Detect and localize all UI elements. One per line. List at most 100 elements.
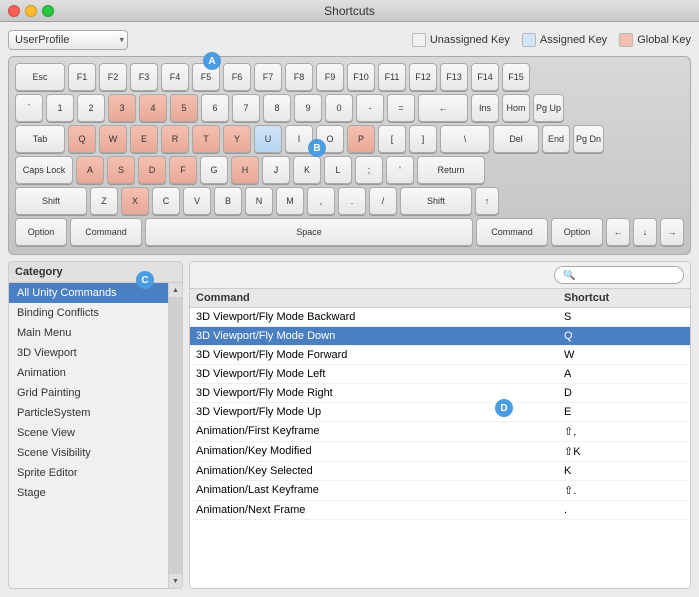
key-option-right[interactable]: Option	[551, 218, 603, 246]
key-backspace[interactable]: ←	[418, 94, 468, 122]
key-f8[interactable]: F8	[285, 63, 313, 91]
key-p[interactable]: P	[347, 125, 375, 153]
key-left[interactable]: ←	[606, 218, 630, 246]
sidebar-item-animation[interactable]: Animation	[9, 363, 168, 383]
key-option-left[interactable]: Option	[15, 218, 67, 246]
profile-select[interactable]: UserProfile Default	[8, 30, 128, 50]
key-j[interactable]: J	[262, 156, 290, 184]
key-9[interactable]: 9	[294, 94, 322, 122]
key-8[interactable]: 8	[263, 94, 291, 122]
key-y[interactable]: Y	[223, 125, 251, 153]
key-f11[interactable]: F11	[378, 63, 406, 91]
key-f2[interactable]: F2	[99, 63, 127, 91]
key-f[interactable]: F	[169, 156, 197, 184]
table-row[interactable]: 3D Viewport/Fly Mode Backward S	[190, 308, 690, 327]
key-rbracket[interactable]: ]	[409, 125, 437, 153]
key-z[interactable]: Z	[90, 187, 118, 215]
close-button[interactable]	[8, 5, 20, 17]
key-n[interactable]: N	[245, 187, 273, 215]
minimize-button[interactable]	[25, 5, 37, 17]
key-pgup[interactable]: Pg Up	[533, 94, 564, 122]
key-t[interactable]: T	[192, 125, 220, 153]
key-f6[interactable]: F6	[223, 63, 251, 91]
maximize-button[interactable]	[42, 5, 54, 17]
key-u[interactable]: U	[254, 125, 282, 153]
key-command-right[interactable]: Command	[476, 218, 548, 246]
sidebar-item-stage[interactable]: Stage	[9, 483, 168, 503]
key-slash[interactable]: /	[369, 187, 397, 215]
key-s[interactable]: S	[107, 156, 135, 184]
key-d[interactable]: D	[138, 156, 166, 184]
key-f3[interactable]: F3	[130, 63, 158, 91]
key-v[interactable]: V	[183, 187, 211, 215]
key-f10[interactable]: F10	[347, 63, 375, 91]
key-h[interactable]: H	[231, 156, 259, 184]
key-del[interactable]: Del	[493, 125, 539, 153]
key-minus[interactable]: -	[356, 94, 384, 122]
key-right[interactable]: →	[660, 218, 684, 246]
key-f4[interactable]: F4	[161, 63, 189, 91]
table-row[interactable]: Animation/Key Modified ⇧K	[190, 442, 690, 462]
key-7[interactable]: 7	[232, 94, 260, 122]
sidebar-item-scene-visibility[interactable]: Scene Visibility	[9, 443, 168, 463]
table-row[interactable]: Animation/Last Keyframe ⇧.	[190, 481, 690, 501]
key-f13[interactable]: F13	[440, 63, 468, 91]
key-c[interactable]: C	[152, 187, 180, 215]
sidebar-item-sprite-editor[interactable]: Sprite Editor	[9, 463, 168, 483]
sidebar-scroll-down[interactable]: ▼	[169, 574, 182, 588]
key-space[interactable]: Space	[145, 218, 473, 246]
sidebar-item-main-menu[interactable]: Main Menu	[9, 323, 168, 343]
sidebar-item-3d-viewport[interactable]: 3D Viewport	[9, 343, 168, 363]
key-f15[interactable]: F15	[502, 63, 530, 91]
key-backslash[interactable]: \	[440, 125, 490, 153]
key-end[interactable]: End	[542, 125, 570, 153]
key-0[interactable]: 0	[325, 94, 353, 122]
key-r[interactable]: R	[161, 125, 189, 153]
key-semicolon[interactable]: ;	[355, 156, 383, 184]
key-4[interactable]: 4	[139, 94, 167, 122]
key-6[interactable]: 6	[201, 94, 229, 122]
sidebar-item-binding-conflicts[interactable]: Binding Conflicts	[9, 303, 168, 323]
key-1[interactable]: 1	[46, 94, 74, 122]
key-k[interactable]: K	[293, 156, 321, 184]
key-f12[interactable]: F12	[409, 63, 437, 91]
key-l[interactable]: L	[324, 156, 352, 184]
key-up[interactable]: ↑	[475, 187, 499, 215]
key-f7[interactable]: F7	[254, 63, 282, 91]
sidebar-scrollbar[interactable]: ▲ ▼	[168, 283, 182, 588]
key-ins[interactable]: Ins	[471, 94, 499, 122]
key-period[interactable]: .	[338, 187, 366, 215]
sidebar-item-grid-painting[interactable]: Grid Painting	[9, 383, 168, 403]
key-2[interactable]: 2	[77, 94, 105, 122]
key-m[interactable]: M	[276, 187, 304, 215]
key-q[interactable]: Q	[68, 125, 96, 153]
key-down[interactable]: ↓	[633, 218, 657, 246]
table-row[interactable]: 3D Viewport/Fly Mode Up E	[190, 403, 690, 422]
key-return[interactable]: Return	[417, 156, 485, 184]
table-row[interactable]: Animation/Next Frame .	[190, 501, 690, 520]
table-row[interactable]: 3D Viewport/Fly Mode Right D	[190, 384, 690, 403]
sidebar-item-scene-view[interactable]: Scene View	[9, 423, 168, 443]
key-f9[interactable]: F9	[316, 63, 344, 91]
key-capslock[interactable]: Caps Lock	[15, 156, 73, 184]
key-b[interactable]: B	[214, 187, 242, 215]
table-row[interactable]: 3D Viewport/Fly Mode Forward W	[190, 346, 690, 365]
table-row[interactable]: 3D Viewport/Fly Mode Down Q	[190, 327, 690, 346]
key-backtick[interactable]: `	[15, 94, 43, 122]
key-x[interactable]: X	[121, 187, 149, 215]
key-w[interactable]: W	[99, 125, 127, 153]
key-comma[interactable]: ,	[307, 187, 335, 215]
key-g[interactable]: G	[200, 156, 228, 184]
key-quote[interactable]: '	[386, 156, 414, 184]
table-row[interactable]: Animation/First Keyframe ⇧,	[190, 422, 690, 442]
sidebar-items[interactable]: All Unity Commands Binding Conflicts Mai…	[9, 283, 168, 588]
key-5[interactable]: 5	[170, 94, 198, 122]
key-tab[interactable]: Tab	[15, 125, 65, 153]
key-shift-left[interactable]: Shift	[15, 187, 87, 215]
key-3[interactable]: 3	[108, 94, 136, 122]
sidebar-item-particlesystem[interactable]: ParticleSystem	[9, 403, 168, 423]
key-e[interactable]: E	[130, 125, 158, 153]
table-body[interactable]: 3D Viewport/Fly Mode Backward S 3D Viewp…	[190, 308, 690, 588]
key-lbracket[interactable]: [	[378, 125, 406, 153]
key-a[interactable]: A	[76, 156, 104, 184]
